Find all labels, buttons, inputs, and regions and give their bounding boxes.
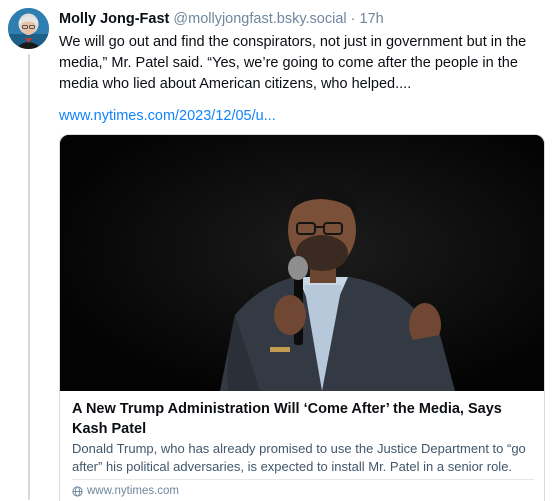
card-domain: www.nytimes.com xyxy=(72,483,179,499)
post-link[interactable]: www.nytimes.com/2023/12/05/u... xyxy=(59,106,276,127)
thread-line xyxy=(28,54,30,500)
link-card[interactable]: A New Trump Administration Will ‘Come Af… xyxy=(59,134,545,501)
card-title[interactable]: A New Trump Administration Will ‘Come Af… xyxy=(72,399,534,439)
avatar-image xyxy=(8,8,49,49)
card-thumbnail xyxy=(60,135,544,391)
post-text: We will go out and find the conspirators… xyxy=(59,34,527,92)
avatar[interactable] xyxy=(8,8,49,49)
author-name[interactable]: Molly Jong-Fast xyxy=(59,11,169,27)
post-timestamp[interactable]: 17h xyxy=(360,11,384,27)
card-description: Donald Trump, who has already promised t… xyxy=(72,441,526,474)
globe-icon xyxy=(72,485,83,497)
card-photo xyxy=(60,135,544,391)
card-domain-text: www.nytimes.com xyxy=(87,485,180,497)
author-handle[interactable]: @mollyjongfast.bsky.social xyxy=(173,11,346,27)
post-header: Molly Jong-Fast @mollyjongfast.bsky.soci… xyxy=(59,9,384,29)
separator-dot: · xyxy=(350,11,356,27)
card-divider xyxy=(72,479,534,480)
